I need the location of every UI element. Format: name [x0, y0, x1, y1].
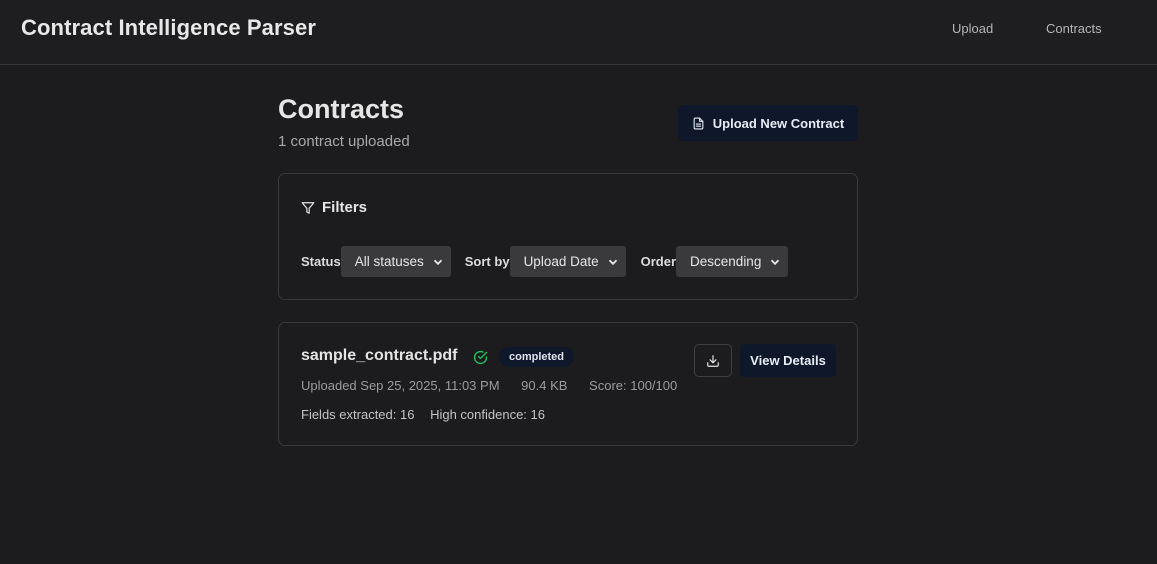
download-button[interactable] — [694, 344, 732, 377]
nav-link-contracts[interactable]: Contracts — [1046, 21, 1102, 36]
high-confidence: High confidence: 16 — [430, 407, 545, 422]
chevron-down-icon — [433, 259, 442, 265]
upload-new-contract-label: Upload New Contract — [712, 115, 845, 131]
contract-meta: Uploaded Sep 25, 2025, 11:03 PM 90.4 KB … — [301, 378, 695, 393]
status-filter-label: Status — [301, 254, 341, 269]
status-select-value: All statuses — [354, 254, 424, 269]
app-title: Contract Intelligence Parser — [21, 15, 317, 40]
contract-count: 1 contract uploaded — [278, 133, 410, 150]
contract-card: sample_contract.pdf completed Uploaded S… — [278, 322, 858, 446]
download-icon — [707, 354, 719, 367]
order-label: Order — [640, 254, 677, 269]
filters-heading: Filters — [301, 199, 367, 216]
filter-controls: Status All statuses Sort by Upload Date … — [301, 246, 789, 277]
file-size: 90.4 KB — [521, 378, 568, 393]
extraction-stats: Fields extracted: 16 High confidence: 16 — [301, 407, 557, 422]
nav-link-upload[interactable]: Upload — [952, 21, 993, 36]
upload-new-contract-button[interactable]: Upload New Contract — [678, 105, 858, 141]
contract-filename: sample_contract.pdf — [301, 347, 458, 364]
file-icon — [693, 117, 704, 129]
order-select[interactable]: Descending — [676, 246, 789, 277]
fields-extracted: Fields extracted: 16 — [301, 407, 415, 422]
filters-heading-label: Filters — [322, 199, 368, 216]
chevron-down-icon — [771, 259, 780, 265]
order-select-value: Descending — [690, 254, 762, 269]
status-select[interactable]: All statuses — [340, 246, 451, 277]
sort-by-label: Sort by — [464, 254, 510, 269]
filters-panel: Filters Status All statuses Sort by Uplo… — [278, 173, 858, 300]
status-badge: completed — [499, 347, 575, 367]
filter-icon — [301, 201, 315, 214]
upload-date: Uploaded Sep 25, 2025, 11:03 PM — [301, 378, 500, 393]
chevron-down-icon — [608, 259, 617, 265]
page-title: Contracts — [278, 94, 405, 124]
top-navbar: Contract Intelligence Parser Upload Cont… — [0, 0, 1157, 65]
sort-by-select[interactable]: Upload Date — [509, 246, 626, 277]
view-details-button[interactable]: View Details — [740, 344, 836, 377]
check-circle-icon — [473, 350, 488, 365]
sort-by-select-value: Upload Date — [523, 254, 599, 269]
score: Score: 100/100 — [589, 378, 678, 393]
